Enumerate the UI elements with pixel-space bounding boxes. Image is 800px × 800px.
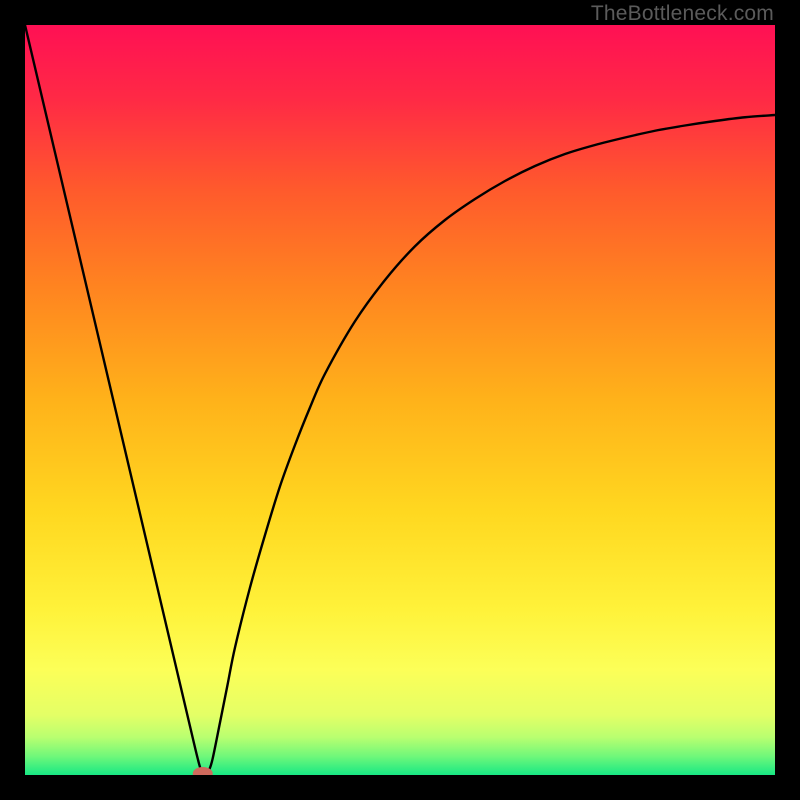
bottleneck-chart <box>25 25 775 775</box>
chart-frame <box>25 25 775 775</box>
gradient-background <box>25 25 775 775</box>
watermark-text: TheBottleneck.com <box>591 2 774 26</box>
